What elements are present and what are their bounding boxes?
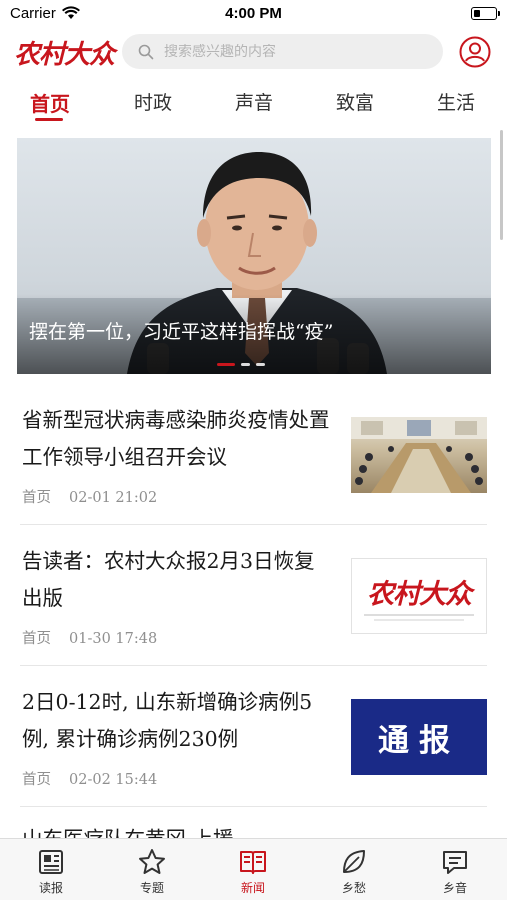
- news-meta: 首页 02-02 15:44: [22, 768, 157, 789]
- tab-life[interactable]: 生活: [421, 88, 491, 115]
- newspaper-logo: 农村大众: [367, 578, 472, 610]
- meeting-photo: [351, 417, 487, 493]
- leaf-icon: [343, 850, 365, 873]
- tabbar-item-news[interactable]: 新闻: [218, 847, 288, 896]
- notice-text: 通报: [378, 722, 460, 759]
- channel-tabs: 首页 时政 声音 致富 生活: [0, 80, 507, 128]
- carousel-dot[interactable]: [256, 363, 265, 366]
- divider: [374, 618, 464, 621]
- app-header: 农村大众: [0, 28, 507, 78]
- news-item[interactable]: 省新型冠状病毒感染肺炎疫情处置工作领导小组召开会议 首页 02-01 21:02: [20, 384, 487, 525]
- news-title: 2日0-12时, 山东新增确诊病例5例, 累计确诊病例230例: [22, 690, 313, 751]
- tabbar-item-read-paper[interactable]: 读报: [16, 847, 86, 896]
- tabbar-label: 乡愁: [341, 881, 366, 895]
- newspaper-icon: [39, 850, 63, 874]
- news-date: 01-30 17:48: [69, 631, 158, 647]
- news-thumbnail-meeting-photo: [351, 417, 487, 493]
- tab-politics[interactable]: 时政: [118, 88, 188, 115]
- user-profile-icon[interactable]: [459, 36, 491, 68]
- carousel-dot[interactable]: [217, 363, 235, 366]
- search-input[interactable]: [164, 43, 414, 60]
- news-channel: 首页: [22, 490, 51, 506]
- carousel-dot[interactable]: [241, 363, 250, 366]
- search-bar[interactable]: [122, 34, 443, 69]
- news-title: 告读者：农村大众报2月3日恢复出版: [22, 549, 315, 610]
- tabbar-label: 新闻: [240, 881, 265, 895]
- search-icon: [138, 44, 154, 59]
- tab-home[interactable]: 首页: [15, 88, 85, 117]
- tabbar-label: 读报: [38, 881, 63, 895]
- news-thumbnail-notice-banner: 通报: [351, 699, 487, 775]
- news-meta: 首页 01-30 17:48: [22, 627, 157, 648]
- news-title: 省新型冠状病毒感染肺炎疫情处置工作领导小组召开会议: [22, 408, 330, 469]
- status-bar: Carrier 4:00 PM: [0, 0, 507, 28]
- news-list: 省新型冠状病毒感染肺炎疫情处置工作领导小组召开会议 首页 02-01 21:02 …: [0, 384, 507, 807]
- news-date: 02-02 15:44: [69, 772, 158, 788]
- active-tab-indicator: [35, 118, 63, 121]
- tab-voice[interactable]: 声音: [219, 88, 289, 115]
- news-date: 02-01 21:02: [69, 490, 158, 506]
- news-thumbnail-newspaper-logo: 农村大众: [351, 558, 487, 634]
- app-logo[interactable]: 农村大众: [14, 34, 115, 71]
- tabbar-item-hometown-voice[interactable]: 乡音: [420, 847, 490, 896]
- battery-fill: [473, 9, 480, 17]
- clock: 4:00 PM: [225, 5, 282, 22]
- star-icon: [139, 849, 165, 874]
- tab-wealth[interactable]: 致富: [320, 88, 390, 115]
- tabbar-label: 乡音: [442, 881, 467, 895]
- tabbar-item-nostalgia[interactable]: 乡愁: [319, 847, 389, 896]
- chat-icon: [443, 851, 467, 874]
- news-channel: 首页: [22, 631, 51, 647]
- news-item[interactable]: 2日0-12时, 山东新增确诊病例5例, 累计确诊病例230例 首页 02-02 …: [20, 666, 487, 807]
- carousel-dots: [217, 363, 265, 366]
- news-meta: 首页 02-01 21:02: [22, 486, 157, 507]
- news-item[interactable]: 告读者：农村大众报2月3日恢复出版 首页 01-30 17:48 农村大众: [20, 525, 487, 666]
- scrollbar: [500, 130, 503, 240]
- headline-carousel[interactable]: 摆在第一位，习近平这样指挥战“疫”: [17, 138, 491, 374]
- battery-icon: [471, 7, 500, 20]
- bottom-tab-bar: 读报 专题 新闻 乡愁 乡音: [0, 838, 507, 900]
- tabbar-label: 专题: [139, 881, 164, 895]
- tabbar-item-topics[interactable]: 专题: [117, 847, 187, 896]
- book-icon: [240, 851, 266, 874]
- divider: [364, 613, 474, 616]
- news-channel: 首页: [22, 772, 51, 788]
- banner-caption: 摆在第一位，习近平这样指挥战“疫”: [29, 321, 334, 343]
